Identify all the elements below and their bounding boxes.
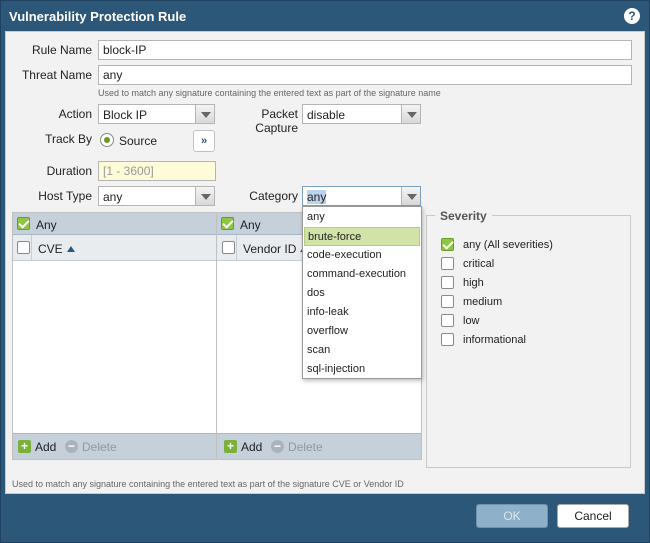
action-value: Block IP bbox=[103, 108, 148, 122]
severity-fieldset: Severity any (All severities) critical h… bbox=[426, 209, 631, 468]
severity-checkbox[interactable] bbox=[441, 276, 454, 289]
packet-capture-select[interactable]: disable bbox=[302, 104, 421, 124]
severity-checkbox[interactable] bbox=[441, 333, 454, 346]
cve-any-row[interactable]: Any bbox=[13, 213, 217, 235]
chevron-down-icon[interactable] bbox=[195, 187, 214, 205]
category-option[interactable]: sql-injection bbox=[304, 360, 420, 379]
category-option[interactable]: brute-force bbox=[304, 227, 420, 246]
severity-label: high bbox=[463, 277, 484, 289]
category-dropdown: any brute-force code-execution command-e… bbox=[302, 206, 422, 379]
category-label: Category bbox=[249, 189, 298, 203]
cve-vendor-hint: Used to match any signature containing t… bbox=[12, 479, 404, 489]
threat-name-input[interactable]: any bbox=[98, 65, 632, 85]
vendor-any-label: Any bbox=[240, 218, 261, 232]
rule-name-label: Rule Name bbox=[31, 43, 92, 57]
severity-checkbox[interactable] bbox=[441, 257, 454, 270]
severity-checkbox[interactable] bbox=[441, 295, 454, 308]
host-type-label: Host Type bbox=[38, 189, 92, 203]
cve-add-button[interactable]: Add bbox=[35, 440, 56, 454]
delete-icon: − bbox=[271, 440, 284, 453]
cve-select-all-checkbox[interactable] bbox=[17, 241, 30, 254]
severity-checkbox[interactable] bbox=[441, 314, 454, 327]
category-select[interactable]: any bbox=[302, 186, 421, 206]
category-option[interactable]: overflow bbox=[304, 322, 420, 341]
action-label: Action bbox=[58, 107, 92, 121]
threat-name-label: Threat Name bbox=[21, 68, 92, 82]
host-type-select[interactable]: any bbox=[98, 186, 215, 206]
source-radio-label: Source bbox=[119, 134, 158, 148]
severity-label: critical bbox=[463, 258, 495, 270]
category-option[interactable]: info-leak bbox=[304, 303, 420, 322]
help-icon[interactable]: ? bbox=[624, 8, 640, 24]
host-type-value: any bbox=[103, 190, 123, 204]
cve-any-checkbox[interactable] bbox=[17, 217, 30, 230]
cve-column-header: CVE bbox=[13, 235, 217, 261]
severity-label: any (All severities) bbox=[463, 239, 553, 251]
category-option[interactable]: scan bbox=[304, 341, 420, 360]
severity-checkbox[interactable] bbox=[441, 238, 454, 251]
category-value[interactable]: any bbox=[307, 190, 327, 204]
category-option[interactable]: dos bbox=[304, 284, 420, 303]
duration-label: Duration bbox=[46, 164, 92, 178]
vendor-toolbar: + Add − Delete bbox=[217, 433, 421, 459]
category-option[interactable]: code-execution bbox=[304, 246, 420, 265]
category-option[interactable]: command-execution bbox=[304, 265, 420, 284]
cve-column-label: CVE bbox=[38, 242, 63, 256]
vendor-column-sort[interactable]: Vendor ID bbox=[243, 242, 309, 256]
cve-toolbar: + Add − Delete bbox=[13, 433, 217, 459]
column-divider bbox=[31, 235, 32, 261]
severity-label: low bbox=[463, 315, 480, 327]
cve-any-label: Any bbox=[36, 218, 57, 232]
severity-label: informational bbox=[463, 334, 526, 346]
sort-ascending-icon bbox=[66, 246, 75, 252]
expand-button[interactable]: » bbox=[193, 130, 215, 152]
add-icon[interactable]: + bbox=[224, 440, 237, 453]
ok-button[interactable]: OK bbox=[476, 504, 548, 528]
vendor-any-checkbox[interactable] bbox=[221, 217, 234, 230]
vendor-delete-button: Delete bbox=[288, 440, 323, 454]
cve-delete-button: Delete bbox=[82, 440, 117, 454]
packet-capture-value: disable bbox=[307, 108, 346, 122]
chevron-down-icon[interactable] bbox=[195, 105, 214, 123]
severity-label: medium bbox=[463, 296, 503, 308]
threat-name-hint: Used to match any signature containing t… bbox=[98, 88, 441, 98]
delete-icon: − bbox=[65, 440, 78, 453]
rule-name-input[interactable]: block-IP bbox=[98, 40, 632, 60]
vendor-select-all-checkbox[interactable] bbox=[222, 241, 235, 254]
source-radio[interactable] bbox=[100, 133, 114, 147]
add-icon[interactable]: + bbox=[18, 440, 31, 453]
chevron-down-icon[interactable] bbox=[401, 105, 420, 123]
cve-panel: Any CVE + Add − Delete bbox=[12, 212, 218, 460]
dialog-footer: OK Cancel bbox=[1, 494, 649, 542]
column-divider bbox=[236, 235, 237, 261]
severity-legend: Severity bbox=[435, 209, 492, 223]
cve-column-sort[interactable]: CVE bbox=[38, 242, 75, 256]
track-by-label: Track By bbox=[45, 132, 92, 146]
category-option[interactable]: any bbox=[304, 208, 420, 227]
dialog-title: Vulnerability Protection Rule bbox=[9, 9, 187, 24]
vulnerability-protection-dialog: Vulnerability Protection Rule ? Rule Nam… bbox=[0, 0, 650, 543]
cancel-button[interactable]: Cancel bbox=[557, 504, 629, 528]
action-select[interactable]: Block IP bbox=[98, 104, 215, 124]
vendor-add-button[interactable]: Add bbox=[241, 440, 262, 454]
chevron-down-icon[interactable] bbox=[401, 187, 420, 205]
packet-capture-label: Packet Capture bbox=[255, 107, 298, 135]
vendor-column-label: Vendor ID bbox=[243, 242, 297, 256]
title-bar[interactable]: Vulnerability Protection Rule ? bbox=[1, 1, 649, 31]
duration-input[interactable]: [1 - 3600] bbox=[98, 161, 216, 181]
